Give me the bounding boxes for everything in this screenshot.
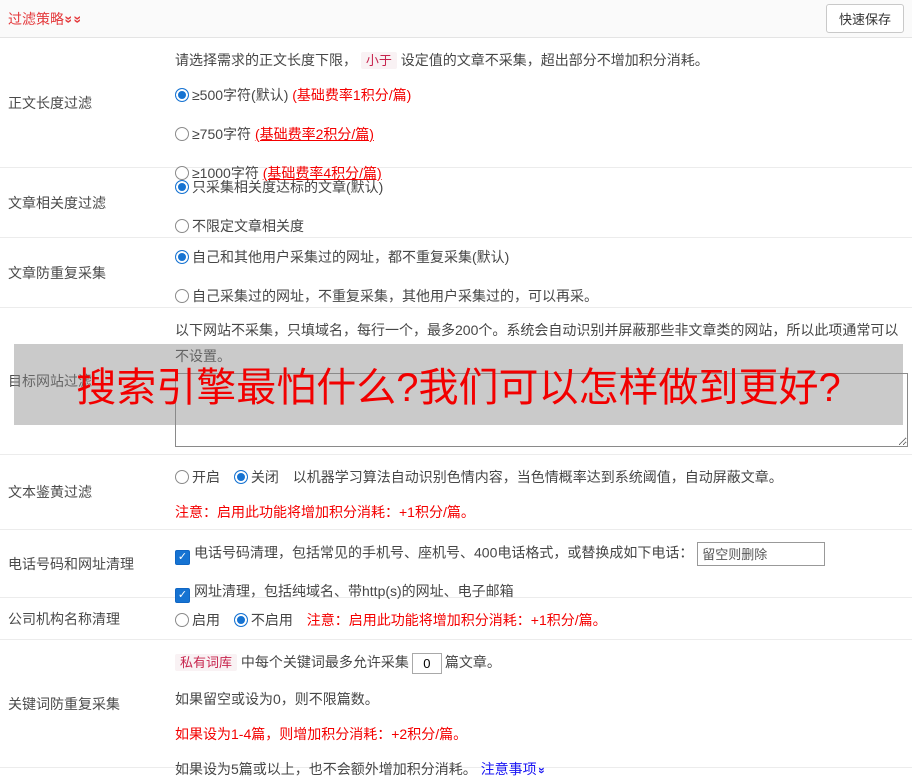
checkbox-icon[interactable]: ✓: [175, 549, 190, 565]
radio-option-750-chars[interactable]: ≥750字符 (基础费率2积分/篇): [175, 124, 908, 144]
row-keyword-dedup: 关键词防重复采集 私有词库 中每个关键词最多允许采集 篇文章。 如果留空或设为0，…: [0, 640, 912, 777]
radio-icon[interactable]: [175, 470, 189, 484]
row-label-phone-url-clean: 电话号码和网址清理: [8, 555, 134, 572]
option-label: 不限定文章相关度: [192, 218, 304, 234]
row-label-dedup-filter: 文章防重复采集: [8, 264, 106, 281]
radio-option-porn-off[interactable]: 关闭: [233, 467, 279, 487]
less-than-badge: 小于: [360, 52, 397, 69]
porn-filter-options: 开启 关闭 以机器学习算法自动识别色情内容，当色情概率达到系统阈值，自动屏蔽文章…: [175, 467, 908, 487]
porn-filter-cost-note: 注意：启用此功能将增加积分消耗：+1积分/篇。: [175, 504, 475, 520]
option-cost-note: (基础费率1积分/篇): [292, 87, 412, 103]
company-clean-cost-note: 注意：启用此功能将增加积分消耗：+1积分/篇。: [306, 612, 607, 628]
option-cost-note: (基础费率2积分/篇): [254, 126, 374, 142]
note-text: 如果设为5篇或以上，也不会额外增加积分消耗。: [175, 760, 481, 777]
keyword-dedup-limit-line: 私有词库 中每个关键词最多允许采集 篇文章。: [175, 652, 908, 674]
promo-overlay-text: 搜索引擎最怕什么?我们可以怎样做到更好?: [76, 365, 841, 410]
radio-icon[interactable]: [233, 470, 248, 484]
page-title: 过滤策略: [8, 10, 64, 27]
filter-strategy-title[interactable]: 过滤策略»»: [8, 9, 86, 29]
keyword-dedup-cost-note: 如果设为1-4篇，则增加积分消耗：+2积分/篇。: [175, 725, 468, 742]
radio-option-company-on[interactable]: 启用: [175, 610, 220, 630]
radio-icon[interactable]: [175, 250, 189, 264]
limit-text: 中每个关键词最多允许采集: [240, 654, 409, 670]
radio-option-500-chars[interactable]: ≥500字符(默认) (基础费率1积分/篇): [175, 85, 908, 105]
checkbox-label: 电话号码清理，包括常见的手机号、座机号、400电话格式，或替换成如下电话：: [194, 544, 694, 561]
row-phone-url-clean: 电话号码和网址清理 ✓ 电话号码清理，包括常见的手机号、座机号、400电话格式，或…: [0, 530, 912, 603]
radio-icon[interactable]: [175, 289, 189, 303]
radio-icon[interactable]: [175, 180, 189, 194]
intro-text: 设定值的文章不采集，超出部分不增加积分消耗。: [400, 52, 709, 68]
keyword-dedup-note-unlimited: 如果留空或设为0，则不限篇数。: [175, 690, 379, 707]
keyword-dedup-note-five-plus: 如果设为5篇或以上，也不会额外增加积分消耗。 注意事项»: [175, 759, 908, 779]
notice-link[interactable]: 注意事项»: [480, 760, 549, 777]
toolbar: 过滤策略»» 快速保存: [0, 0, 912, 38]
row-label-relevance-filter: 文章相关度过滤: [8, 194, 106, 211]
row-porn-filter: 文本鉴黄过滤 开启 关闭 以机器学习算法自动识别色情内容，当色情概率达到系统阈值…: [0, 455, 912, 530]
row-relevance-filter: 文章相关度过滤 只采集相关度达标的文章(默认) 不限定文章相关度: [0, 168, 912, 238]
radio-option-relevance-any[interactable]: 不限定文章相关度: [175, 216, 908, 236]
length-filter-intro: 请选择需求的正文长度下限， 小于 设定值的文章不采集，超出部分不增加积分消耗。: [175, 50, 908, 70]
option-label: 开启: [192, 469, 220, 485]
quick-save-button[interactable]: 快速保存: [825, 4, 904, 33]
replacement-phone-input[interactable]: [697, 542, 826, 566]
option-label: 自己和其他用户采集过的网址，都不重复采集(默认): [192, 249, 510, 265]
phone-clean-option[interactable]: ✓ 电话号码清理，包括常见的手机号、座机号、400电话格式，或替换成如下电话：: [175, 542, 908, 566]
radio-icon[interactable]: [175, 613, 189, 627]
max-articles-input[interactable]: [411, 652, 442, 674]
row-label-keyword-dedup: 关键词防重复采集: [8, 695, 120, 712]
option-label: 自己采集过的网址，不重复采集，其他用户采集过的，可以再采。: [192, 288, 598, 304]
private-lexicon-badge: 私有词库: [175, 654, 238, 671]
row-company-clean: 公司机构名称清理 启用 不启用 注意：启用此功能将增加积分消耗：+1积分/篇。: [0, 598, 912, 640]
notice-link-label: 注意事项: [480, 760, 537, 777]
row-label-length-filter: 正文长度过滤: [8, 94, 92, 111]
option-label: ≥750字符: [192, 126, 255, 142]
option-label: 启用: [192, 612, 220, 628]
checkbox-label: 网址清理，包括纯域名、带http(s)的网址、电子邮箱: [194, 583, 514, 599]
row-label-company-clean: 公司机构名称清理: [8, 610, 120, 627]
option-label: 关闭: [250, 469, 279, 485]
intro-text: 请选择需求的正文长度下限，: [175, 52, 357, 68]
radio-option-relevance-only[interactable]: 只采集相关度达标的文章(默认): [175, 177, 908, 197]
radio-icon[interactable]: [175, 219, 189, 233]
radio-icon[interactable]: [175, 88, 189, 102]
row-label-porn-filter: 文本鉴黄过滤: [8, 484, 92, 500]
option-label: ≥500字符(默认): [192, 87, 293, 103]
promo-overlay-banner: 搜索引擎最怕什么?我们可以怎样做到更好?: [14, 344, 903, 425]
radio-icon[interactable]: [175, 127, 189, 141]
radio-option-dedup-all-users[interactable]: 自己和其他用户采集过的网址，都不重复采集(默认): [175, 247, 908, 267]
company-clean-options: 启用 不启用 注意：启用此功能将增加积分消耗：+1积分/篇。: [175, 610, 908, 630]
porn-filter-desc: 以机器学习算法自动识别色情内容，当色情概率达到系统阈值，自动屏蔽文章。: [292, 469, 783, 485]
option-label: 只采集相关度达标的文章(默认): [192, 179, 384, 195]
chevron-double-down-icon: »: [70, 15, 87, 22]
radio-icon[interactable]: [233, 613, 248, 627]
radio-option-porn-on[interactable]: 开启: [175, 467, 220, 487]
radio-option-dedup-self-only[interactable]: 自己采集过的网址，不重复采集，其他用户采集过的，可以再采。: [175, 286, 908, 306]
row-dedup-filter: 文章防重复采集 自己和其他用户采集过的网址，都不重复采集(默认) 自己采集过的网…: [0, 238, 912, 308]
option-label: 不启用: [250, 612, 293, 628]
radio-option-company-off[interactable]: 不启用: [233, 610, 293, 630]
limit-text-end: 篇文章。: [444, 654, 501, 670]
row-length-filter: 正文长度过滤 请选择需求的正文长度下限， 小于 设定值的文章不采集，超出部分不增…: [0, 38, 912, 181]
